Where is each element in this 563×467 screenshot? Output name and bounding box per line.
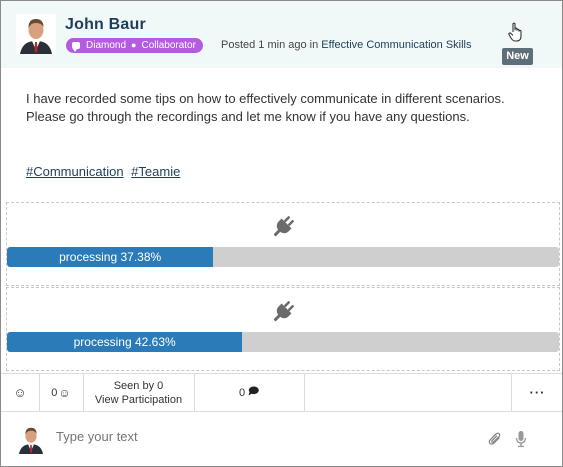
hashtag-link[interactable]: #Communication [26,164,124,179]
user-badge: Diamond ● Collaborator [66,38,203,53]
badge-level: Diamond [86,40,127,51]
badge-chat-icon [72,42,80,52]
paperclip-icon[interactable] [488,431,502,447]
smiley-icon: ☺ [58,385,71,400]
progress-label: processing 37.38% [59,250,162,264]
post-body-line-2: Please go through the recordings and let… [26,109,470,124]
hashtag-link[interactable]: #Teamie [131,164,180,179]
comment-count: 0 [238,386,246,399]
pointer-hand-icon[interactable] [507,21,527,43]
post-body: I have recorded some tips on how to effe… [26,90,546,126]
smiley-icon: ☺ [13,385,27,400]
badge-separator-icon: ● [131,40,137,50]
author-name[interactable]: John Baur [65,16,146,34]
post-card: John Baur Diamond ● Collaborator Posted … [0,0,563,467]
badge-role: Collaborator [141,40,196,51]
reaction-count: 0 [51,386,58,399]
add-reaction-button[interactable]: ☺ [1,374,40,411]
post-action-bar: ☺ 0 ☺ Seen by 0 View Participation 0 ··· [1,373,562,412]
post-meta: Posted 1 min ago in Effective Communicat… [221,38,471,53]
more-options-button[interactable]: ··· [511,374,563,411]
seen-by-button[interactable]: Seen by 0 View Participation [83,374,195,411]
attachment-block: processing 42.63% [6,287,560,371]
hashtag-list: #Communication #Teamie [26,164,184,179]
comment-input[interactable] [56,429,456,444]
attachment-block: processing 37.38% [6,202,560,286]
microphone-icon[interactable] [515,430,527,448]
progress-bar: processing 42.63% [7,332,559,352]
comment-composer [1,411,562,466]
seen-by-count: Seen by 0 [113,379,164,392]
plug-icon [270,214,296,240]
post-header: John Baur Diamond ● Collaborator Posted … [1,1,562,68]
speech-bubble-icon [248,386,259,399]
comment-count-button[interactable]: 0 [194,374,305,411]
new-badge: New [502,48,533,65]
post-body-line-1: I have recorded some tips on how to effe… [26,91,505,106]
progress-bar: processing 37.38% [7,247,559,267]
progress-label: processing 42.63% [73,335,176,349]
posted-time: Posted 1 min ago in [221,39,319,51]
reaction-count-button[interactable]: 0 ☺ [39,374,84,411]
course-link[interactable]: Effective Communication Skills [321,39,471,51]
author-avatar[interactable] [16,14,56,54]
plug-icon [270,299,296,325]
view-participation-link[interactable]: View Participation [95,393,182,407]
current-user-avatar [16,424,46,454]
